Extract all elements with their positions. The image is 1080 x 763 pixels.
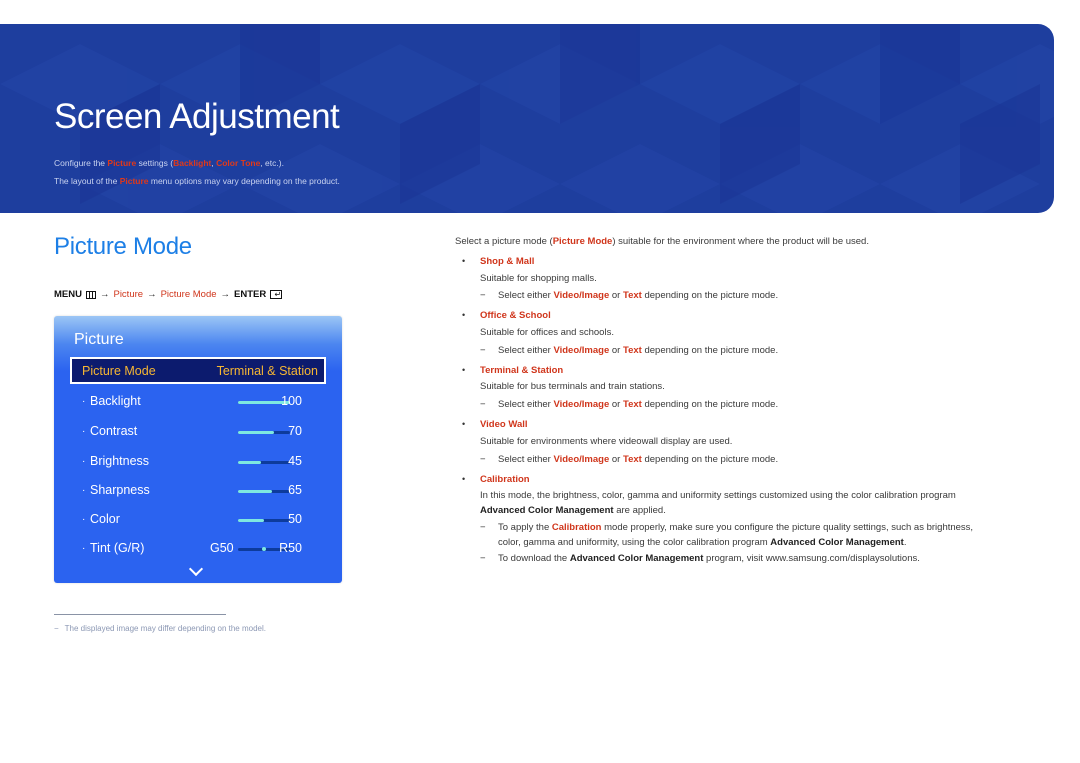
slider-fill bbox=[238, 431, 275, 434]
osd-title: Picture bbox=[74, 331, 124, 348]
mode-desc: Suitable for shopping malls. bbox=[480, 273, 597, 284]
mode-title-terminal-station: Terminal & Station bbox=[480, 365, 564, 376]
osd-item-value: 50 bbox=[288, 512, 302, 526]
path-picture: Picture bbox=[113, 289, 144, 300]
mode-title-shop-mall: Shop & Mall bbox=[480, 256, 535, 267]
dash-icon: − bbox=[480, 399, 486, 410]
osd-item-label: Backlight bbox=[90, 394, 141, 408]
bullet-icon: · bbox=[82, 426, 86, 437]
page-title: Screen Adjustment bbox=[54, 97, 340, 136]
calibration-note-2: To download the Advanced Color Managemen… bbox=[498, 553, 920, 564]
bullet-icon: · bbox=[82, 456, 86, 467]
osd-item-label: Brightness bbox=[90, 454, 150, 468]
slider-fill bbox=[238, 461, 262, 464]
calibration-desc-2: Advanced Color Management are applied. bbox=[480, 505, 666, 516]
bullet-icon: • bbox=[462, 365, 466, 375]
mode-title-video-wall: Video Wall bbox=[480, 419, 528, 430]
bullet-icon: • bbox=[462, 419, 466, 429]
tint-red-value: R50 bbox=[279, 541, 302, 555]
dash-icon: − bbox=[480, 522, 486, 533]
slider-track[interactable] bbox=[238, 461, 290, 464]
enter-key: ENTER bbox=[234, 289, 267, 300]
osd-item-value: 100 bbox=[281, 394, 302, 408]
enter-icon: ↵ bbox=[270, 290, 283, 299]
osd-item-color[interactable]: · Color 50 bbox=[70, 510, 326, 530]
chevron-down-icon[interactable] bbox=[188, 561, 204, 577]
header-banner: Screen Adjustment Configure the Picture … bbox=[0, 24, 1054, 213]
osd-item-label: Picture Mode bbox=[82, 363, 156, 378]
slider-track[interactable] bbox=[238, 431, 290, 434]
bullet-icon: · bbox=[82, 485, 86, 496]
calibration-note-1-cont: color, gamma and uniformity, using the c… bbox=[498, 537, 907, 548]
mode-note: Select either Video/Image or Text depend… bbox=[498, 454, 779, 465]
slider-thumb[interactable] bbox=[262, 547, 266, 551]
banner-description-1: Configure the Picture settings (Backligh… bbox=[54, 158, 284, 168]
footnote: − The displayed image may differ dependin… bbox=[54, 624, 266, 633]
osd-item-value: 70 bbox=[288, 424, 302, 438]
bullet-icon: • bbox=[462, 474, 466, 484]
osd-item-backlight[interactable]: · Backlight 100 bbox=[70, 392, 326, 412]
arrow: → bbox=[147, 289, 157, 300]
slider-track[interactable] bbox=[238, 519, 290, 522]
arrow: → bbox=[220, 289, 231, 300]
bullet-icon: • bbox=[462, 310, 466, 320]
dash-icon: − bbox=[480, 553, 486, 564]
osd-item-label: Color bbox=[90, 512, 120, 526]
mode-title-calibration: Calibration bbox=[480, 474, 530, 485]
slider-fill bbox=[238, 490, 272, 493]
menu-key: MENU bbox=[54, 289, 82, 300]
osd-item-contrast[interactable]: · Contrast 70 bbox=[70, 422, 326, 442]
osd-item-tint[interactable]: · Tint (G/R) G50 R50 bbox=[70, 539, 326, 559]
mode-desc: Suitable for environments where videowal… bbox=[480, 436, 733, 447]
osd-item-value: 45 bbox=[288, 454, 302, 468]
slider-track[interactable] bbox=[238, 490, 290, 493]
footnote-divider bbox=[54, 614, 226, 615]
mode-title-office-school: Office & School bbox=[480, 310, 551, 321]
bullet-icon: · bbox=[82, 543, 86, 554]
dash-icon: − bbox=[480, 345, 486, 356]
menu-path: MENU → Picture → Picture Mode → ENTER ↵ bbox=[54, 289, 283, 300]
section-title: Picture Mode bbox=[54, 233, 192, 260]
mode-note: Select either Video/Image or Text depend… bbox=[498, 290, 779, 301]
osd-item-value: 65 bbox=[288, 483, 302, 497]
osd-item-label: Contrast bbox=[90, 424, 138, 438]
osd-item-brightness[interactable]: · Brightness 45 bbox=[70, 452, 326, 472]
osd-item-label: Sharpness bbox=[90, 483, 150, 497]
menu-icon bbox=[85, 290, 96, 299]
osd-item-picture-mode[interactable]: Picture Mode Terminal & Station bbox=[70, 357, 326, 384]
calibration-note-1: To apply the Calibration mode properly, … bbox=[498, 522, 974, 533]
osd-item-label: Tint (G/R) bbox=[90, 541, 145, 555]
dash-icon: − bbox=[480, 454, 486, 465]
picture-osd-menu: Picture Picture Mode Terminal & Station … bbox=[54, 316, 342, 583]
mode-note: Select either Video/Image or Text depend… bbox=[498, 345, 779, 356]
banner-description-2: The layout of the Picture menu options m… bbox=[54, 176, 340, 186]
dash-icon: − bbox=[480, 290, 486, 301]
bullet-icon: · bbox=[82, 514, 86, 525]
mode-note: Select either Video/Image or Text depend… bbox=[498, 399, 779, 410]
osd-item-value: Terminal & Station bbox=[216, 363, 318, 378]
slider-fill bbox=[238, 519, 264, 522]
calibration-desc-1: In this mode, the brightness, color, gam… bbox=[480, 490, 956, 501]
bullet-icon: • bbox=[462, 256, 466, 266]
arrow: → bbox=[99, 289, 110, 300]
mode-desc: Suitable for offices and schools. bbox=[480, 327, 614, 338]
path-picture-mode: Picture Mode bbox=[160, 289, 217, 300]
mode-desc: Suitable for bus terminals and train sta… bbox=[480, 381, 665, 392]
intro-text: Select a picture mode (Picture Mode) sui… bbox=[455, 236, 869, 247]
osd-item-sharpness[interactable]: · Sharpness 65 bbox=[70, 481, 326, 501]
bullet-icon: · bbox=[82, 396, 86, 407]
tint-green-value: G50 bbox=[210, 541, 234, 555]
